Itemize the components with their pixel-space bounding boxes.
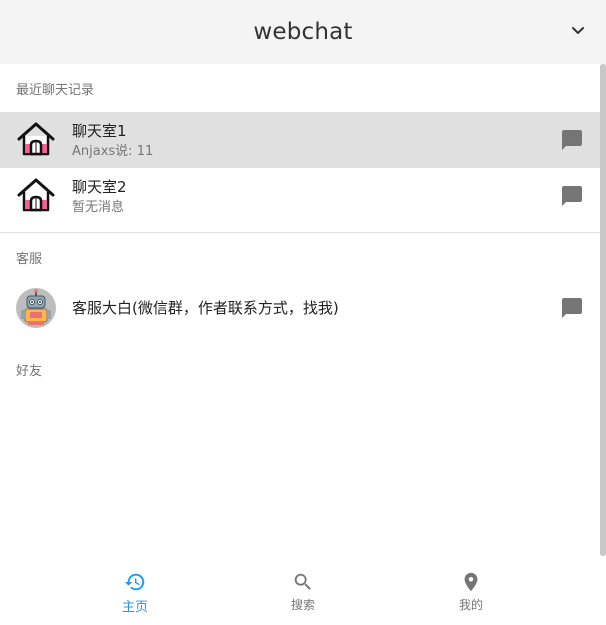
chat-room-name: 聊天室1 [72, 122, 127, 140]
support-contact-name: 客服大白(微信群，作者联系方式，找我) [72, 299, 339, 317]
nav-label-home: 主页 [121, 600, 148, 615]
section-label-friends: 好友 [16, 364, 43, 379]
robot-avatar [16, 288, 56, 328]
house-icon [17, 178, 55, 212]
app-header: webchat [0, 0, 606, 64]
bottom-navigation: 主页 搜索 我的 [0, 560, 606, 625]
chat-room-preview: 暂无消息 [72, 200, 125, 215]
nav-label-me: 我的 [458, 598, 483, 612]
support-contact-item[interactable]: 客服大白(微信群，作者联系方式，找我) [0, 280, 600, 336]
section-divider [0, 232, 600, 233]
chat-room-item-1[interactable]: 聊天室1 Anjaxs说: 11 [0, 112, 600, 168]
nav-item-search[interactable]: 搜索 [243, 560, 363, 620]
app-title: webchat [253, 19, 353, 45]
search-icon [294, 573, 311, 590]
section-label-support: 客服 [16, 252, 43, 267]
house-icon [17, 122, 55, 156]
nav-label-search: 搜索 [290, 598, 315, 612]
location-pin-icon [464, 572, 478, 592]
message-icon[interactable] [560, 296, 584, 320]
message-icon[interactable] [560, 128, 584, 152]
section-label-recent: 最近聊天记录 [16, 83, 95, 98]
chat-room-name: 聊天室2 [72, 178, 127, 196]
chat-room-preview: Anjaxs说: 11 [72, 144, 154, 159]
nav-item-home[interactable]: 主页 [75, 560, 195, 620]
scrollbar-thumb[interactable] [600, 64, 606, 556]
history-icon [124, 573, 145, 591]
nav-item-me[interactable]: 我的 [411, 560, 531, 620]
chevron-down-icon[interactable] [570, 22, 586, 38]
chat-room-item-2[interactable]: 聊天室2 暂无消息 [0, 168, 600, 224]
message-icon[interactable] [560, 184, 584, 208]
